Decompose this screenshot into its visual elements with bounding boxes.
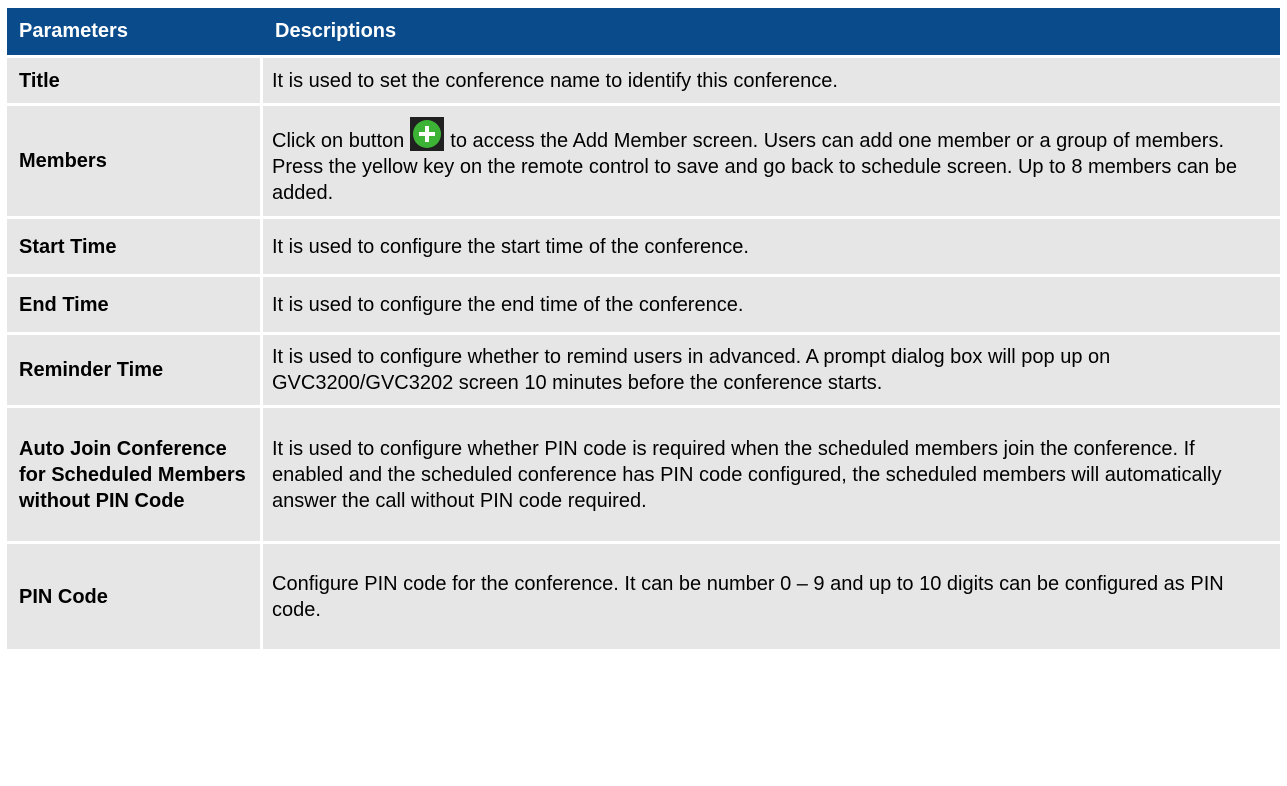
param-auto-join: Auto Join Conference for Scheduled Membe… [7,405,263,541]
header-descriptions: Descriptions [263,8,1280,55]
desc-end-time: It is used to configure the end time of … [263,274,1280,332]
table-row: Auto Join Conference for Scheduled Membe… [7,405,1280,541]
param-start-time: Start Time [7,216,263,274]
table-row: Start Time It is used to configure the s… [7,216,1280,274]
parameters-table: Parameters Descriptions Title It is used… [7,8,1280,649]
add-green-plus-icon [410,116,445,151]
param-title: Title [7,55,263,103]
table-row: Members Click on button to access the Add… [7,103,1280,216]
desc-title: It is used to set the conference name to… [263,55,1280,103]
header-parameters: Parameters [7,8,263,55]
desc-reminder-time: It is used to configure whether to remin… [263,332,1280,405]
desc-start-time: It is used to configure the start time o… [263,216,1280,274]
param-reminder-time: Reminder Time [7,332,263,405]
desc-auto-join: It is used to configure whether PIN code… [263,405,1280,541]
table-row: Reminder Time It is used to configure wh… [7,332,1280,405]
param-pin-code: PIN Code [7,541,263,649]
desc-pin-code: Configure PIN code for the conference. I… [263,541,1280,649]
table-row: Title It is used to set the conference n… [7,55,1280,103]
table-header-row: Parameters Descriptions [7,8,1280,55]
table-row: PIN Code Configure PIN code for the conf… [7,541,1280,649]
desc-members-before: Click on button [272,129,405,152]
table-row: End Time It is used to configure the end… [7,274,1280,332]
param-members: Members [7,103,263,216]
param-end-time: End Time [7,274,263,332]
desc-members: Click on button to access the Add Member … [263,103,1280,216]
